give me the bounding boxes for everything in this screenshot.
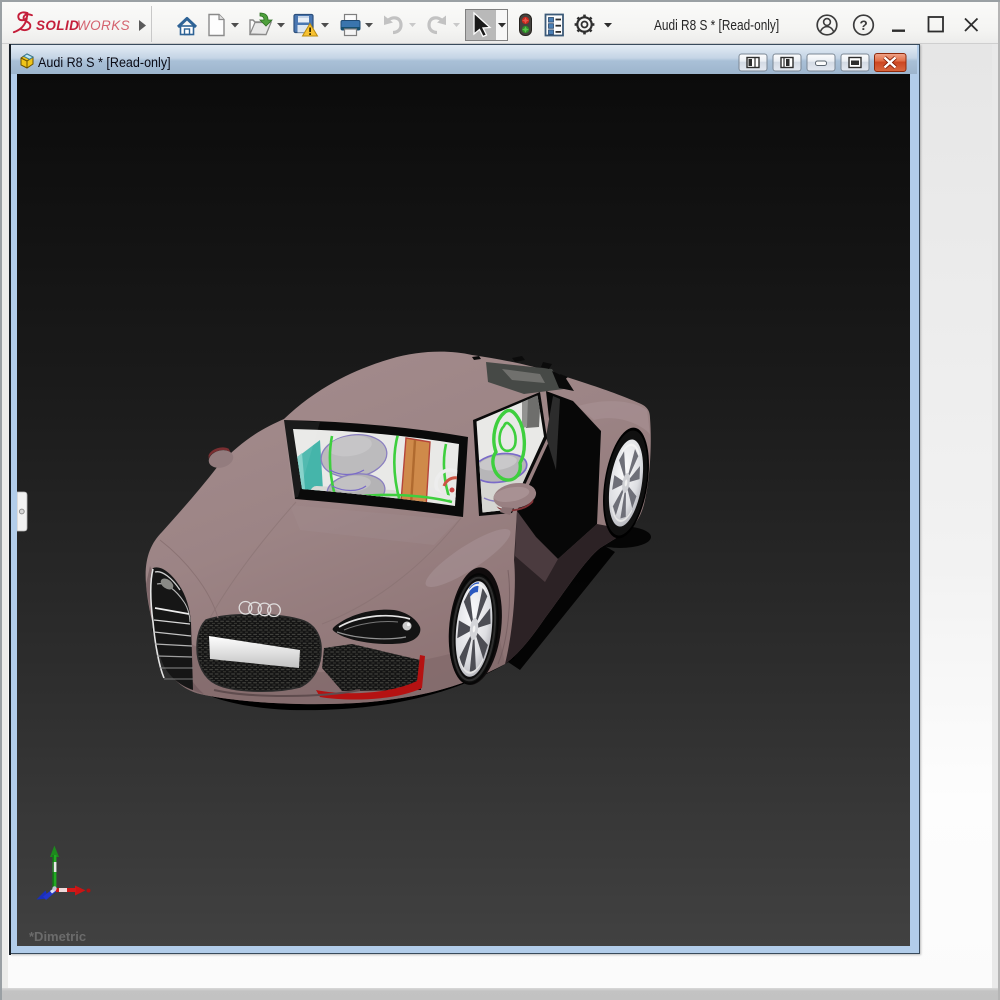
svg-text:SOLID: SOLID: [36, 18, 79, 33]
svg-text:?: ?: [860, 18, 868, 33]
svg-text:WORKS: WORKS: [77, 18, 130, 33]
svg-text:*Dimetric: *Dimetric: [29, 929, 86, 944]
